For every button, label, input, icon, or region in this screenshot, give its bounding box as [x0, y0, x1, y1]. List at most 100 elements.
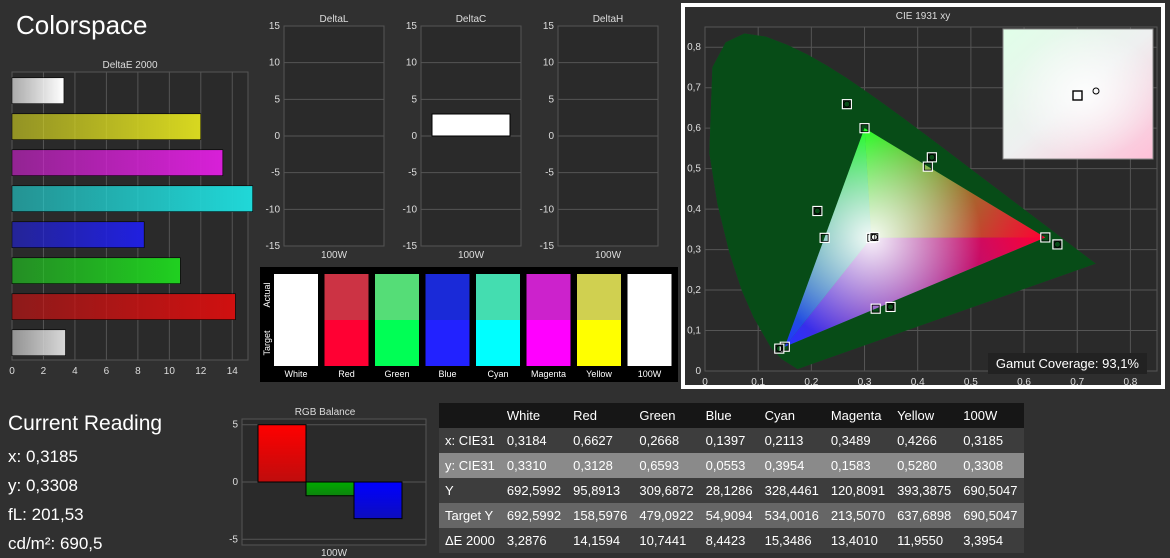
- deltae-xtick: 4: [72, 366, 78, 377]
- table-cell: 100W: [963, 408, 998, 423]
- swatch-target-label: Target: [262, 330, 272, 356]
- cie-ytick: 0,1: [687, 326, 701, 337]
- table-row-label: Y: [445, 483, 454, 498]
- table-cell: Blue: [705, 408, 732, 423]
- deltae-ticks: 0 2 4 6 8 10 12 14: [9, 366, 238, 377]
- measurement-table: White Red Green Blue Cyan Magenta Yellow 100W x:…: [439, 403, 1024, 553]
- table-cell: 120,8091: [830, 483, 886, 498]
- table-cell: Magenta: [830, 408, 882, 423]
- table-row-label: x: CIE31: [445, 433, 495, 448]
- lch-ytick: 15: [406, 21, 418, 32]
- swatch-target: [577, 320, 621, 366]
- table-cell: 0,3185: [963, 433, 1004, 448]
- rgb-ytick: 0: [232, 477, 238, 488]
- table-cell: 479,0922: [639, 508, 694, 523]
- lch-ytick: 5: [548, 94, 554, 105]
- table-row-label: Target Y: [445, 508, 494, 523]
- table-cell: 158,5976: [573, 508, 628, 523]
- lch-ytick: 10: [406, 58, 418, 69]
- cie-ytick: 0,6: [687, 123, 701, 134]
- deltae-xtick: 10: [164, 366, 176, 377]
- table-cell: 95,8913: [573, 483, 621, 498]
- table-cell: 3,2876: [506, 533, 547, 548]
- cie-xtick: 0,7: [1070, 377, 1084, 385]
- deltae-xtick: 2: [41, 366, 47, 377]
- table-cell: 692,5992: [506, 483, 562, 498]
- current-reading: Current Reading x: 0,3185 y: 0,3308 fL: …: [8, 412, 228, 558]
- rgb-balance-chart: RGB Balance 5 0 -5 100W: [229, 407, 427, 558]
- table-cell: 13,4010: [830, 533, 878, 548]
- swatch-target: [476, 320, 520, 366]
- whitepoint-zoom-glow: [1003, 29, 1153, 159]
- lch-ytick: -15: [266, 241, 281, 252]
- table-cell: 534,0016: [764, 508, 819, 523]
- table-cell: Yellow: [897, 408, 935, 423]
- table-cell: 637,6898: [897, 508, 952, 523]
- current-reading-title: Current Reading: [8, 412, 163, 435]
- swatch-actual: [375, 274, 419, 320]
- swatch-actual-label: Actual: [262, 282, 272, 307]
- lch-ytick: 0: [274, 131, 280, 142]
- rgb-balance-xlabel: 100W: [321, 548, 348, 558]
- reading-x: x: 0,3185: [8, 447, 78, 466]
- rgb-bar: [353, 481, 403, 520]
- measurement-table-wrap: White Red Green Blue Cyan Magenta Yellow 100W x:…: [439, 403, 1024, 553]
- swatch-target: [375, 320, 419, 366]
- lch-ytick: 10: [269, 58, 281, 69]
- swatch-actual: [627, 274, 672, 320]
- table-cell: 0,3308: [963, 458, 1004, 473]
- cie-xtick: 0,5: [964, 377, 978, 385]
- cie-xtick: 0,2: [804, 377, 818, 385]
- deltae-xtick: 8: [135, 366, 141, 377]
- lch-ytick: -10: [540, 204, 555, 215]
- cie-title: CIE 1931 xy: [896, 11, 950, 22]
- table-row: Y 692,5992 95,8913 309,6872 28,1286 328,4461 1…: [439, 478, 1024, 503]
- swatch-target: [324, 320, 369, 366]
- table-cell: 0,2668: [639, 433, 680, 448]
- table-cell: 0,2113: [764, 433, 804, 448]
- lch-group: DeltaL 15 10 5 0 -5 -10 -15 100W DeltaC 15 10 5 0 -5 -1…: [266, 14, 659, 261]
- lch-ytick: -15: [403, 241, 418, 252]
- rgb-ytick: -5: [229, 534, 238, 545]
- swatch-actual: [324, 274, 369, 320]
- swatch-target: [274, 320, 318, 366]
- table-row-label: y: CIE31: [445, 458, 495, 473]
- table-row-label: ΔE 2000: [445, 533, 495, 548]
- deltae-xtick: 12: [195, 366, 207, 377]
- lch-ytick: 0: [548, 131, 554, 142]
- table-header-row: White Red Green Blue Cyan Magenta Yellow 100W: [439, 403, 1024, 428]
- table-row: Target Y 692,5992 158,5976 479,0922 54,9094 5…: [439, 503, 1024, 528]
- gamut-coverage: Gamut Coverage: 93,1%: [987, 353, 1147, 374]
- lch-ytick: -15: [540, 241, 555, 252]
- lch-xtick: 100W: [321, 250, 348, 261]
- swatch-actual: [577, 274, 621, 320]
- delta-lch-charts: DeltaL 15 10 5 0 -5 -10 -15 100W DeltaC 15 10 5 0 -5 -1…: [266, 14, 659, 261]
- table-row-label: [439, 403, 501, 428]
- table-cell: 0,1583: [830, 458, 871, 473]
- lch-ytick: -10: [266, 204, 281, 215]
- lch-ytick: -5: [408, 168, 417, 179]
- table-cell: 0,3310: [506, 458, 547, 473]
- table-cell: 3,3954: [963, 533, 1004, 548]
- table-cell: 8,4423: [705, 533, 746, 548]
- lch-ytick: -5: [271, 168, 280, 179]
- table-cell: 14,1594: [573, 533, 621, 548]
- table-cell: 692,5992: [506, 508, 562, 523]
- table-cell: 10,7441: [639, 533, 687, 548]
- table-cell: Red: [573, 408, 597, 423]
- table-cell: 328,4461: [764, 483, 819, 498]
- deltae-xtick: 6: [104, 366, 110, 377]
- deltae-bar: [11, 221, 145, 248]
- table-cell: 11,9550: [897, 533, 944, 548]
- swatch-label: Yellow: [586, 369, 612, 379]
- cie-frame: CIE 1931 xy 0 0,1 0,2 0,3 0,4 0,5 0,6 0,7 0,8 0 0,…: [681, 3, 1165, 389]
- table-row: ΔE 2000 3,2876 14,1594 10,7441 8,4423 15,3486…: [439, 528, 1024, 553]
- lch-ytick: 15: [269, 21, 281, 32]
- cie-ytick: 0,2: [687, 285, 701, 296]
- lch-title: DeltaC: [456, 14, 487, 25]
- lch-title: DeltaL: [320, 14, 349, 25]
- rgb-balance-title: RGB Balance: [295, 407, 356, 418]
- lch-bar: [431, 113, 511, 137]
- table-cell: 0,3489: [830, 433, 871, 448]
- table-cell: 0,3954: [764, 458, 805, 473]
